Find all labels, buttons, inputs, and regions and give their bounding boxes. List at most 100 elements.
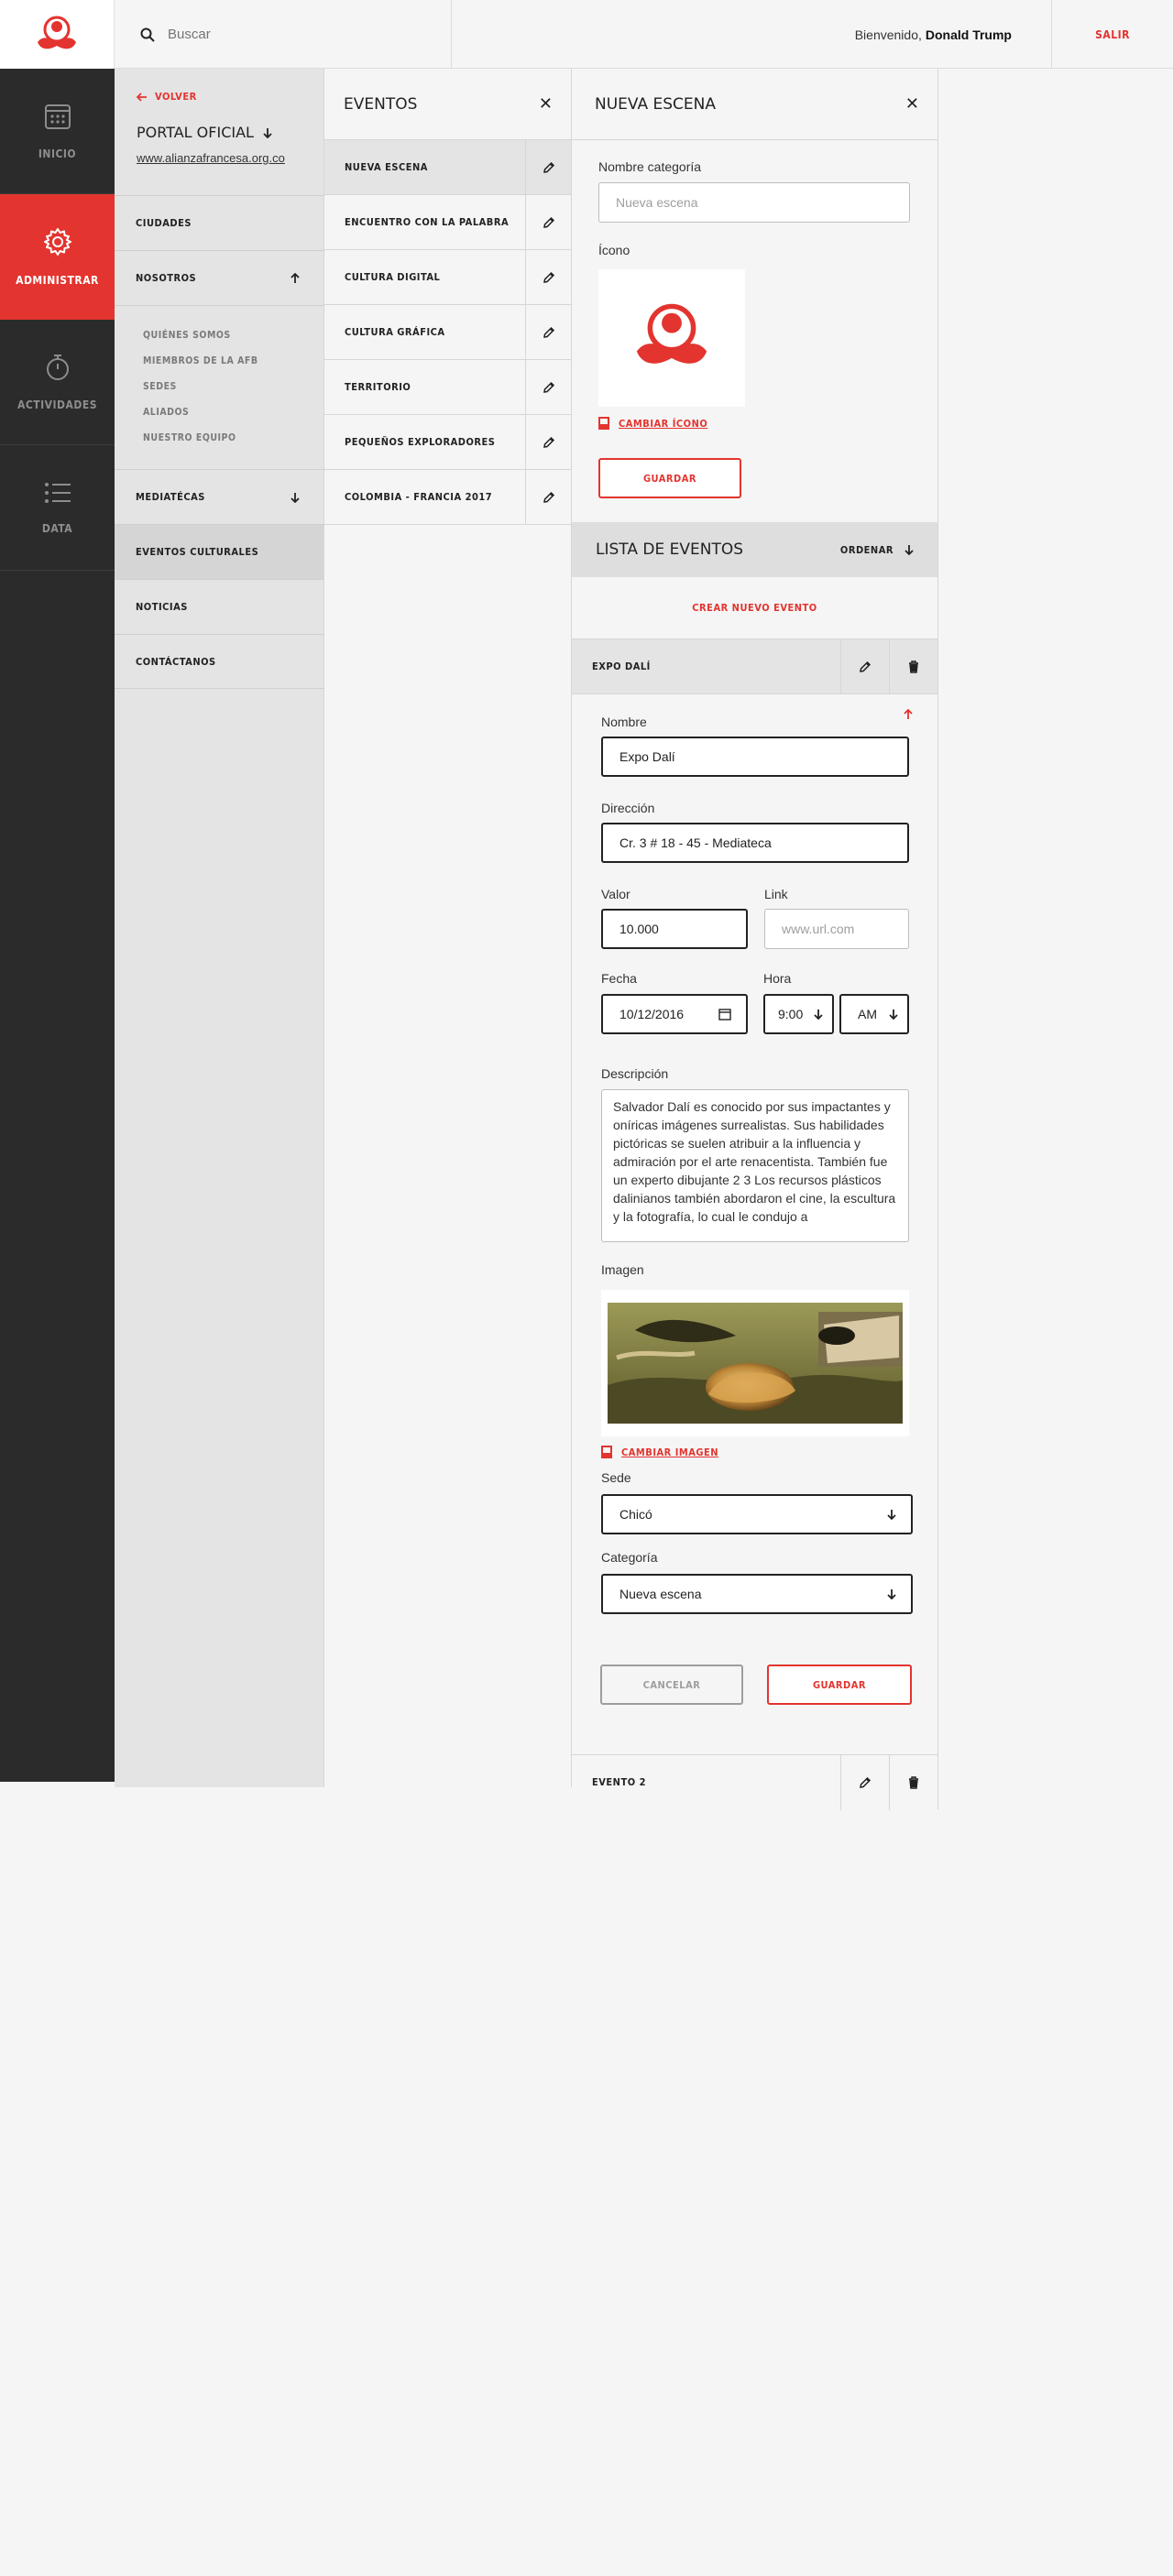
submenu-item-quienes-somos[interactable]: QUIÉNES SOMOS	[143, 322, 323, 348]
event-row-expo-dali[interactable]: EXPO DALÍ	[572, 639, 937, 694]
menu-item-label: CIUDADES	[136, 217, 192, 229]
close-icon[interactable]: ✕	[905, 94, 919, 114]
ampm-value: AM	[858, 1007, 877, 1021]
nueva-escena-header: NUEVA ESCENA ✕	[572, 69, 937, 140]
calendar-icon	[44, 104, 71, 129]
pencil-icon	[543, 216, 554, 228]
time-label: Hora	[763, 971, 792, 986]
save-event-button[interactable]: GUARDAR	[767, 1665, 912, 1705]
edit-category-button[interactable]	[525, 194, 571, 250]
sede-value: Chicó	[619, 1507, 652, 1522]
sidebar-item-data[interactable]: DATA	[0, 445, 115, 571]
user-name: Donald Trump	[925, 27, 1012, 42]
edit-event-button[interactable]	[840, 639, 889, 694]
category-row[interactable]: NUEVA ESCENA	[324, 139, 571, 195]
edit-category-button[interactable]	[525, 359, 571, 415]
save-category-button[interactable]: GUARDAR	[598, 458, 741, 498]
order-label: ORDENAR	[839, 543, 893, 556]
menu-item-contactanos[interactable]: CONTÁCTANOS	[115, 634, 323, 689]
search-input[interactable]	[168, 27, 424, 42]
arrow-down-icon	[291, 492, 300, 503]
arrow-down-icon	[887, 1589, 896, 1599]
menu-item-ciudades[interactable]: CIUDADES	[115, 195, 323, 250]
sidebar-item-actividades[interactable]: ACTIVIDADES	[0, 320, 115, 445]
submenu-item-sedes[interactable]: SEDES	[143, 374, 323, 399]
portal-selector[interactable]: PORTAL OFICIAL	[137, 124, 272, 141]
portal-url[interactable]: www.alianzafrancesa.org.co	[137, 151, 285, 165]
change-image-link[interactable]: CAMBIAR IMAGEN	[601, 1446, 718, 1458]
time-value: 9:00	[778, 1007, 804, 1021]
logout-button[interactable]: SALIR	[1051, 0, 1173, 69]
category-label: CULTURA GRÁFICA	[345, 326, 445, 338]
category-row[interactable]: ENCUENTRO CON LA PALABRA	[324, 194, 571, 250]
logo[interactable]	[0, 0, 115, 69]
submenu-item-nuestro-equipo[interactable]: NUESTRO EQUIPO	[143, 425, 323, 451]
panel-title: EVENTOS	[344, 94, 418, 114]
change-icon-link[interactable]: CAMBIAR ÍCONO	[598, 417, 707, 430]
pencil-icon	[543, 161, 554, 173]
collapse-arrow-icon[interactable]	[904, 709, 913, 720]
delete-event-button[interactable]	[889, 639, 937, 694]
sidebar-item-inicio[interactable]: INICIO	[0, 69, 115, 194]
delete-event-button[interactable]	[889, 1754, 937, 1810]
edit-event-button[interactable]	[840, 1754, 889, 1810]
edit-category-button[interactable]	[525, 249, 571, 305]
edit-category-button[interactable]	[525, 139, 571, 195]
category-name-input[interactable]: Nueva escena	[598, 182, 910, 223]
image-label: Imagen	[601, 1262, 644, 1277]
arrow-left-icon	[137, 92, 147, 102]
category-row[interactable]: CULTURA GRÁFICA	[324, 304, 571, 360]
category-select[interactable]: Nueva escena	[601, 1574, 913, 1614]
date-value: 10/12/2016	[619, 1007, 685, 1021]
description-textarea[interactable]: Salvador Dalí es conocido por sus impact…	[601, 1089, 909, 1242]
edit-category-button[interactable]	[525, 304, 571, 360]
order-button[interactable]: ORDENAR	[840, 544, 914, 556]
mustache-logo-icon	[38, 16, 76, 49]
change-image-label: CAMBIAR IMAGEN	[621, 1446, 719, 1458]
nosotros-submenu: QUIÉNES SOMOS MIEMBROS DE LA AFB SEDES A…	[115, 305, 323, 469]
create-event-button[interactable]: CREAR NUEVO EVENTO	[572, 577, 937, 639]
sidebar-item-label: ADMINISTRAR	[16, 274, 99, 287]
search-bar	[115, 0, 452, 69]
menu-item-eventos-culturales[interactable]: EVENTOS CULTURALES	[115, 524, 323, 579]
mustache-logo-icon	[636, 303, 707, 364]
ampm-select[interactable]: AM	[839, 994, 909, 1034]
stopwatch-icon	[46, 355, 69, 380]
submenu-item-miembros[interactable]: MIEMBROS DE LA AFB	[143, 348, 323, 374]
time-select[interactable]: 9:00	[763, 994, 834, 1034]
edit-category-button[interactable]	[525, 469, 571, 525]
sidebar-item-label: DATA	[41, 522, 73, 535]
category-name-label: Nombre categoría	[598, 159, 702, 174]
link-input[interactable]: www.url.com	[764, 909, 909, 949]
menu-item-noticias[interactable]: NOTICIAS	[115, 579, 323, 634]
edit-category-button[interactable]	[525, 414, 571, 470]
cancel-button[interactable]: CANCELAR	[600, 1665, 743, 1705]
category-row[interactable]: COLOMBIA - FRANCIA 2017	[324, 469, 571, 525]
menu-item-label: NOSOTROS	[136, 272, 197, 284]
close-icon[interactable]: ✕	[539, 94, 553, 114]
category-value: Nueva escena	[619, 1587, 702, 1601]
sidebar-item-administrar[interactable]: ADMINISTRAR	[0, 194, 115, 320]
back-link[interactable]: VOLVER	[137, 91, 197, 103]
date-input[interactable]: 10/12/2016	[601, 994, 748, 1034]
sede-select[interactable]: Chicó	[601, 1494, 913, 1534]
submenu-item-aliados[interactable]: ALIADOS	[143, 399, 323, 425]
change-icon-label: CAMBIAR ÍCONO	[619, 417, 708, 430]
value-input[interactable]: 10.000	[601, 909, 748, 949]
calendar-icon[interactable]	[718, 1008, 731, 1021]
name-input[interactable]: Expo Dalí	[601, 737, 909, 777]
menu-item-nosotros[interactable]: NOSOTROS	[115, 250, 323, 305]
welcome-message: Bienvenido, Donald Trump	[855, 0, 1026, 69]
category-row[interactable]: PEQUEÑOS EXPLORADORES	[324, 414, 571, 470]
icon-label: Ícono	[598, 243, 630, 257]
category-row[interactable]: TERRITORIO	[324, 359, 571, 415]
event-row-evento-2[interactable]: EVENTO 2	[572, 1754, 937, 1810]
sidebar-item-label: ACTIVIDADES	[17, 398, 97, 411]
address-input[interactable]: Cr. 3 # 18 - 45 - Mediateca	[601, 823, 909, 863]
image-icon	[601, 1446, 612, 1458]
category-row[interactable]: CULTURA DIGITAL	[324, 249, 571, 305]
menu-item-mediatecas[interactable]: MEDIATÉCAS	[115, 469, 323, 524]
pencil-icon	[860, 1776, 872, 1788]
category-label: NUEVA ESCENA	[345, 161, 428, 173]
arrow-up-icon	[291, 272, 300, 283]
